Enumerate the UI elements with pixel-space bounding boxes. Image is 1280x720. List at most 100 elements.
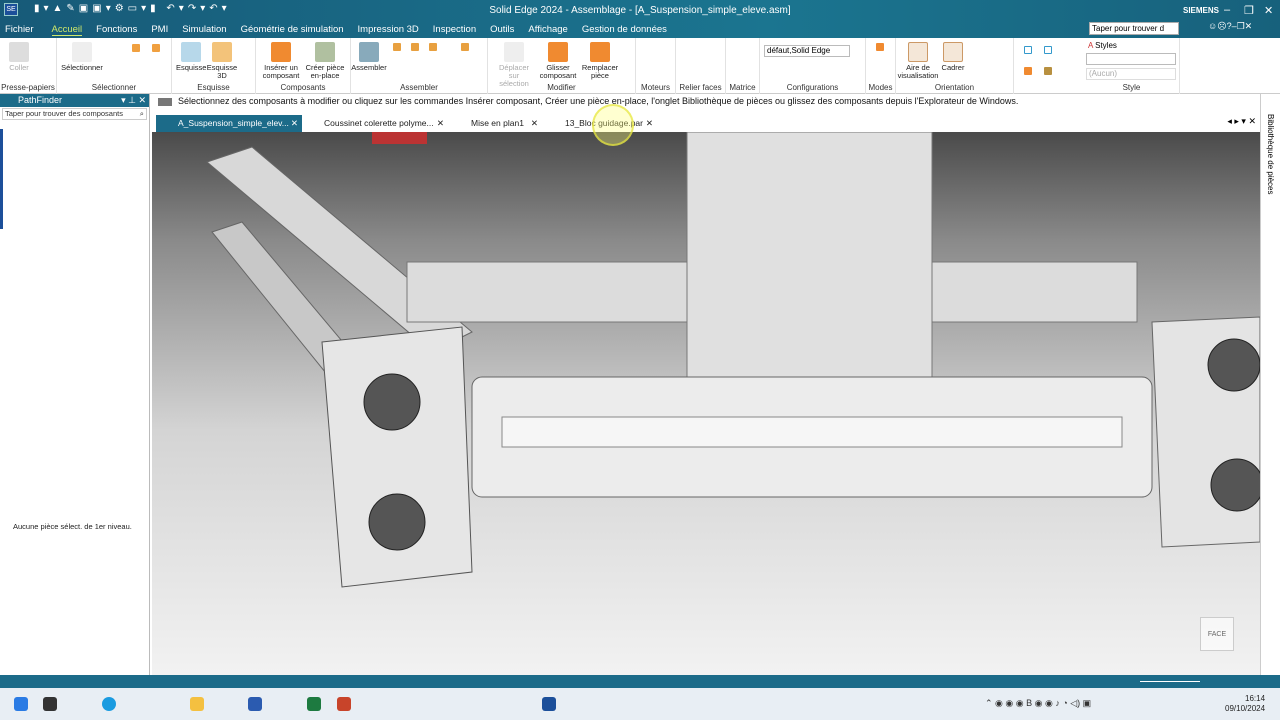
title-bar: SE ▮▾▲✎▣▣▾⚙▭▾▮ ↶▾↷▾↶▾ Solid Edge 2024 - … — [0, 0, 1280, 38]
tab-coussinet[interactable]: Coussinet colerette polyme... ✕ — [304, 115, 448, 132]
menu-geometrie-simulation[interactable]: Géométrie de simulation — [241, 24, 344, 36]
drag-component-icon — [548, 42, 568, 62]
selection-indicator — [0, 129, 3, 229]
style-select[interactable] — [1086, 53, 1176, 65]
menu-accueil[interactable]: Accueil — [51, 24, 83, 36]
group-label: Modes — [868, 83, 893, 92]
clipboard-icon — [9, 42, 29, 62]
cursor-icon — [72, 42, 92, 62]
group-label: Modifier — [547, 83, 576, 92]
close-tab-icon[interactable]: ✕ — [437, 115, 444, 131]
styles-button[interactable]: A Styles — [1088, 41, 1117, 50]
search-icon: ⌕ — [139, 109, 144, 118]
menu-fonctions[interactable]: Fonctions — [96, 24, 137, 36]
task-view-icon[interactable] — [43, 697, 57, 711]
menu-fichier[interactable]: Fichier — [5, 24, 34, 36]
replace-part-button[interactable]: Remplacer pièce — [580, 42, 620, 80]
pathfinder-panel: PathFinder ▾ ⊥ ✕ Taper pour trouver des c… — [0, 94, 150, 675]
excel-icon[interactable] — [307, 697, 321, 711]
shaded-view-icon[interactable] — [1024, 67, 1032, 75]
pathfinder-search-input[interactable]: Taper pour trouver des composants ⌕ — [2, 108, 147, 120]
tab-nav-controls[interactable]: ◂ ▸ ▾ ✕ — [1227, 116, 1256, 127]
close-tab-icon[interactable]: ✕ — [646, 115, 653, 131]
menu-inspection[interactable]: Inspection — [433, 24, 476, 36]
clock[interactable]: 16:14 09/10/2024 — [1225, 694, 1265, 714]
select-tool-icon[interactable] — [132, 44, 140, 52]
cube-view-icon[interactable] — [1044, 46, 1052, 54]
paste-button[interactable]: Coller — [6, 42, 32, 72]
create-in-place-button[interactable]: Créer pièce en-place — [304, 42, 346, 80]
select-tool-icon[interactable] — [152, 44, 160, 52]
menu-gestion-donnees[interactable]: Gestion de données — [582, 24, 667, 36]
cube-view-icon[interactable] — [1024, 46, 1032, 54]
group-selectionner: Sélectionner Sélectionner — [57, 38, 172, 94]
zoom-slider[interactable] — [1140, 681, 1200, 682]
ribbon: Coller Presse-papiers Sélectionner Sélec… — [0, 38, 1280, 94]
group-label: Presse-papiers — [1, 83, 55, 92]
minimize-button[interactable]: – — [1224, 4, 1230, 16]
command-search-input[interactable]: Taper pour trouver d — [1089, 22, 1179, 35]
assemble-button[interactable]: Assembler — [351, 42, 387, 72]
parts-library-tab[interactable]: Bibliothèque de pièces — [1266, 114, 1275, 195]
close-button[interactable]: ✕ — [1264, 4, 1273, 17]
menu-simulation[interactable]: Simulation — [182, 24, 226, 36]
panel-controls[interactable]: ▾ ⊥ ✕ — [121, 94, 146, 107]
tab-suspension-asm[interactable]: A_Suspension_simple_elev... ✕ — [156, 115, 302, 132]
mode-icon[interactable] — [876, 43, 884, 51]
fit-icon — [943, 42, 963, 62]
menu-affichage[interactable]: Affichage — [528, 24, 567, 36]
restore-button[interactable]: ❐ — [1244, 4, 1254, 17]
menu-impression-3d[interactable]: Impression 3D — [358, 24, 419, 36]
keyboard-icon — [158, 98, 172, 106]
group-matrice: Matrice — [726, 38, 760, 94]
solid-edge-icon[interactable] — [542, 697, 556, 711]
group-label: Relier faces — [679, 83, 722, 92]
group-modifier: Déplacer sur sélection Glisser composant… — [488, 38, 636, 94]
insert-component-icon — [271, 42, 291, 62]
windows-start-icon[interactable] — [14, 697, 28, 711]
drag-component-button[interactable]: Glisser composant — [536, 42, 580, 80]
3d-viewport[interactable]: FACE — [152, 132, 1260, 675]
group-label: Composants — [280, 83, 326, 92]
menu-outils[interactable]: Outils — [490, 24, 514, 36]
group-view-styles — [1014, 38, 1084, 94]
zoom-area-icon — [908, 42, 928, 62]
assembly-model — [205, 132, 1260, 588]
fit-button[interactable]: Cadrer — [940, 42, 966, 72]
feedback-icons[interactable]: ☺☹?–❐✕ — [1208, 21, 1252, 32]
system-tray[interactable]: ⌃ ◉ ◉ ◉ B ◉ ◉ ♪ ◔ ◁) ▣ — [985, 698, 1091, 709]
relationship-icon[interactable] — [461, 43, 469, 51]
sketch-3d-button[interactable]: Esquisse 3D — [206, 42, 238, 80]
edge-icon[interactable] — [102, 697, 116, 711]
close-tab-icon[interactable]: ✕ — [291, 115, 298, 131]
explorer-icon[interactable] — [190, 697, 204, 711]
relationship-icon[interactable] — [429, 43, 437, 51]
menu-pmi[interactable]: PMI — [151, 24, 168, 36]
view-area-button[interactable]: Aire de visualisation — [896, 42, 940, 80]
select-button[interactable]: Sélectionner — [61, 42, 103, 72]
powerpoint-icon[interactable] — [337, 697, 351, 711]
insert-component-button[interactable]: Insérer un composant — [258, 42, 304, 80]
style-aucun-select[interactable]: (Aucun) — [1086, 68, 1176, 80]
pathfinder-header: PathFinder ▾ ⊥ ✕ — [0, 94, 149, 107]
sketch-button[interactable]: Esquisse — [176, 42, 206, 72]
group-esquisse: Esquisse Esquisse 3D Esquisse — [172, 38, 256, 94]
tab-mise-en-plan[interactable]: Mise en plan1 ✕ — [452, 115, 542, 132]
close-tab-icon[interactable]: ✕ — [531, 115, 538, 131]
group-presse-papiers: Coller Presse-papiers — [0, 38, 57, 94]
replace-part-icon — [590, 42, 610, 62]
group-assembler: Assembler Assembler — [351, 38, 488, 94]
relationship-icon[interactable] — [411, 43, 419, 51]
shaded-edges-view-icon[interactable] — [1044, 67, 1052, 75]
move-icon — [504, 42, 524, 62]
word-icon[interactable] — [248, 697, 262, 711]
bolt — [1207, 338, 1260, 392]
group-label: Configurations — [786, 83, 839, 92]
move-selection-button[interactable]: Déplacer sur sélection — [494, 42, 534, 88]
sketch-icon — [181, 42, 201, 62]
group-relier-faces: Relier faces — [676, 38, 726, 94]
configuration-select[interactable]: défaut,Solid Edge — [764, 45, 850, 57]
view-cube[interactable]: FACE — [1200, 617, 1234, 651]
relationship-icon[interactable] — [393, 43, 401, 51]
bolt — [1210, 458, 1260, 512]
